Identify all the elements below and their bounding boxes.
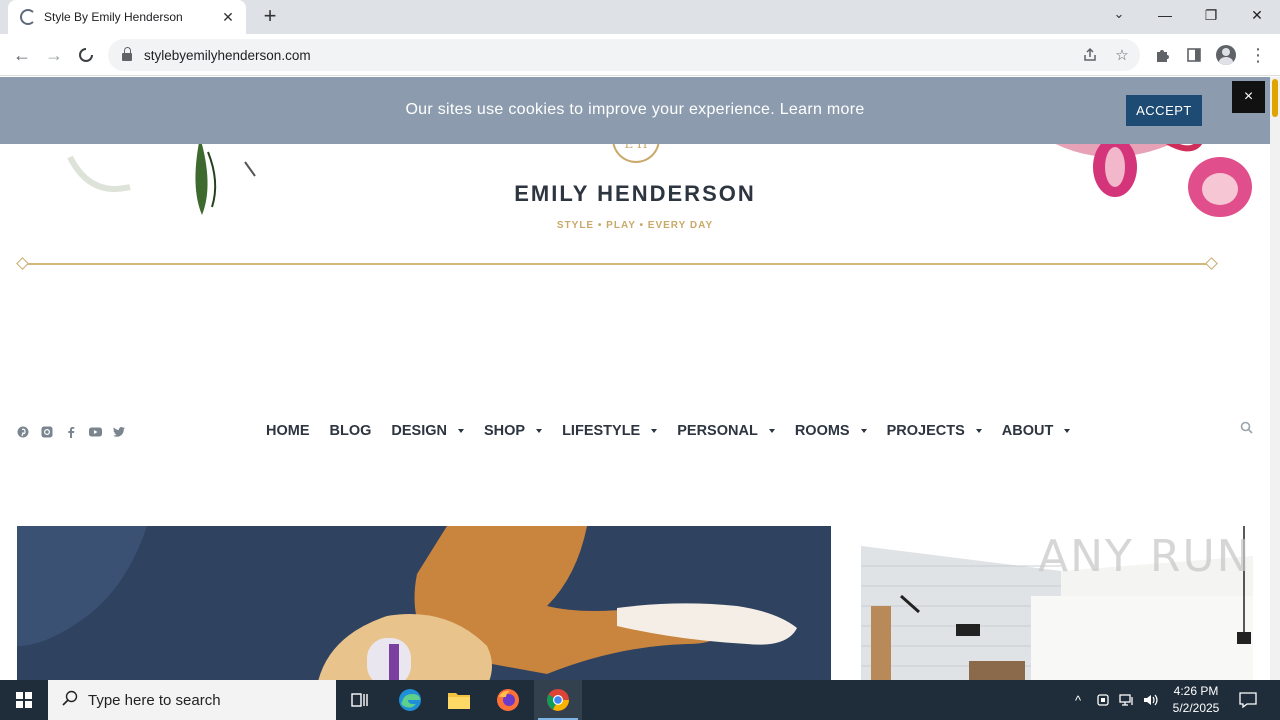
- share-icon[interactable]: [1076, 41, 1104, 69]
- nav-personal[interactable]: PERSONAL: [677, 423, 775, 439]
- site-search-icon[interactable]: [1240, 421, 1256, 437]
- nav-label: DESIGN: [391, 423, 447, 439]
- scrollbar-thumb[interactable]: [1272, 79, 1278, 117]
- task-view-icon[interactable]: [336, 680, 384, 720]
- profile-avatar[interactable]: [1213, 42, 1239, 68]
- clock-date: 5/2/2025: [1172, 701, 1220, 715]
- anyrun-watermark: ANY RUN: [1038, 531, 1252, 582]
- lock-icon[interactable]: [122, 47, 132, 61]
- accept-cookies-button[interactable]: ACCEPT: [1126, 95, 1202, 126]
- search-placeholder: Type here to search: [88, 691, 221, 709]
- site-tagline: STYLE • PLAY • EVERY DAY: [556, 220, 714, 231]
- learn-more-link[interactable]: Learn more: [780, 101, 865, 118]
- chrome-menu-icon[interactable]: ⋮: [1245, 42, 1271, 68]
- windows-taskbar: Type here to search ^ 4:26 PM 5/2/2025: [0, 680, 1280, 720]
- caret-down-icon: [457, 429, 464, 433]
- nav-label: SHOP: [483, 423, 526, 439]
- caret-down-icon: [768, 429, 775, 433]
- system-clock[interactable]: 4:26 PM 5/2/2025: [1160, 683, 1232, 717]
- nav-lifestyle[interactable]: LIFESTYLE: [562, 423, 658, 439]
- side-panel-icon[interactable]: [1181, 42, 1207, 68]
- stop-loading-icon[interactable]: [73, 42, 99, 68]
- featured-post-image[interactable]: [17, 526, 831, 680]
- network-icon[interactable]: [1117, 680, 1137, 720]
- notifications-icon[interactable]: [1234, 680, 1262, 720]
- main-navigation: HOME BLOG DESIGN SHOP LIFESTYLE PERSONAL…: [256, 419, 1080, 443]
- back-arrow-icon[interactable]: ←: [9, 42, 35, 68]
- caret-down-icon: [860, 429, 867, 433]
- bookmark-star-icon[interactable]: ☆: [1108, 41, 1136, 69]
- caret-down-icon: [651, 429, 658, 433]
- browser-toolbar: ← → stylebyemilyhenderson.com ☆ ⋮: [0, 34, 1280, 76]
- browser-tab-strip: Style By Emily Henderson ✕ + ⌄ — ❐ ✕: [0, 0, 1280, 34]
- tab-close-icon[interactable]: ✕: [220, 9, 236, 25]
- web-page: E H EMILY HENDERSON STYLE • PLAY • EVERY…: [0, 77, 1270, 680]
- new-tab-button[interactable]: +: [258, 5, 282, 29]
- youtube-icon[interactable]: [88, 425, 102, 439]
- cookie-banner: Our sites use cookies to improve your ex…: [0, 77, 1270, 144]
- tab-title: Style By Emily Henderson: [44, 10, 183, 24]
- forward-arrow-icon[interactable]: →: [41, 42, 67, 68]
- windows-logo-icon: [16, 692, 32, 708]
- nav-label: ROOMS: [794, 423, 850, 439]
- profile-icon: [1216, 45, 1236, 65]
- show-hidden-icons-icon[interactable]: ^: [1068, 680, 1088, 720]
- nav-about[interactable]: ABOUT: [1002, 423, 1071, 439]
- onedrive-tray-icon[interactable]: [1093, 680, 1113, 720]
- nav-rooms[interactable]: ROOMS: [795, 423, 867, 439]
- minimize-button[interactable]: —: [1142, 0, 1188, 30]
- extensions-puzzle-icon[interactable]: [1149, 42, 1175, 68]
- pinterest-icon[interactable]: [16, 425, 30, 439]
- nav-label: LIFESTYLE: [562, 423, 641, 439]
- divider-diamond-right: [1205, 257, 1218, 270]
- nav-design[interactable]: DESIGN: [391, 423, 464, 439]
- divider-diamond-left: [16, 257, 29, 270]
- nav-projects[interactable]: PROJECTS: [887, 423, 982, 439]
- nav-label: BLOG: [329, 423, 372, 439]
- loading-favicon-icon: [20, 9, 36, 25]
- nav-home[interactable]: HOME: [266, 423, 310, 439]
- dog-photo: [17, 526, 831, 680]
- nav-label: PROJECTS: [886, 423, 965, 439]
- taskbar-search-box[interactable]: Type here to search: [48, 680, 336, 720]
- window-close-button[interactable]: ✕: [1234, 0, 1280, 30]
- edge-browser-icon[interactable]: [386, 680, 434, 720]
- nav-label: ABOUT: [1001, 423, 1054, 439]
- decorative-divider: [22, 263, 1212, 265]
- nav-shop[interactable]: SHOP: [483, 423, 543, 439]
- chrome-taskbar-icon[interactable]: [534, 680, 582, 720]
- search-icon: [62, 690, 78, 711]
- caret-down-icon: [975, 429, 982, 433]
- browser-tab[interactable]: Style By Emily Henderson ✕: [8, 0, 246, 34]
- restore-button[interactable]: ❐: [1188, 0, 1234, 30]
- volume-icon[interactable]: [1141, 680, 1161, 720]
- facebook-icon[interactable]: [64, 425, 78, 439]
- file-explorer-icon[interactable]: [435, 680, 483, 720]
- start-button[interactable]: [0, 680, 48, 720]
- nav-label: HOME: [266, 423, 310, 439]
- cookie-message: Our sites use cookies to improve your ex…: [405, 101, 775, 118]
- address-bar[interactable]: stylebyemilyhenderson.com ☆: [108, 39, 1140, 71]
- instagram-icon[interactable]: [40, 425, 54, 439]
- nav-label: PERSONAL: [677, 423, 758, 439]
- site-brand-title[interactable]: EMILY HENDERSON: [430, 181, 840, 207]
- twitter-icon[interactable]: [112, 425, 126, 439]
- tab-search-icon[interactable]: ⌄: [1108, 6, 1130, 24]
- clock-time: 4:26 PM: [1173, 684, 1219, 698]
- page-scrollbar[interactable]: [1270, 77, 1280, 680]
- url-text[interactable]: stylebyemilyhenderson.com: [144, 48, 1076, 63]
- nav-blog[interactable]: BLOG: [330, 423, 372, 439]
- caret-down-icon: [1064, 429, 1071, 433]
- close-icon[interactable]: ×: [1232, 81, 1265, 113]
- firefox-icon[interactable]: [484, 680, 532, 720]
- caret-down-icon: [536, 429, 543, 433]
